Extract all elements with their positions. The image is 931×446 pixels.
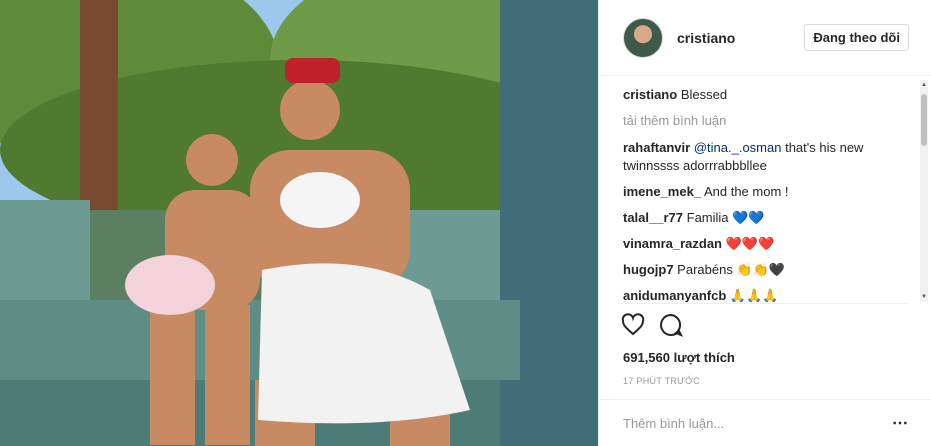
comment-text: Parabéns 👏👏🖤 [677,262,785,277]
load-more-comments-link[interactable]: tải thêm bình luận [623,112,915,130]
likes-count[interactable]: 691,560 lượt thích [623,350,735,365]
comment-item: talal__r77 Familia 💙💙 [623,209,915,227]
comment-item: imene_mek_ And the mom ! [623,183,915,201]
comment-item: rahaftanvir @tina._.osman that's his new… [623,139,915,175]
caption: cristiano Blessed [623,86,915,104]
comments-list: cristiano Blessed tải thêm bình luận rah… [623,80,915,302]
comment-item: anidumanyanfcb 🙏🙏🙏 [623,287,915,302]
comment-item: vinamra_razdan ❤️❤️❤️ [623,235,915,253]
caption-username[interactable]: cristiano [623,87,677,102]
post-timestamp[interactable]: 17 PHÚT TRƯỚC [623,376,700,386]
comment-text: And the mom ! [703,184,789,199]
more-options-icon[interactable]: ⋯ [892,413,909,433]
comment-mention[interactable]: @tina._.osman [694,140,782,155]
comment-item: hugojp7 Parabéns 👏👏🖤 [623,261,915,279]
caption-text: Blessed [680,87,728,102]
comments-scrollbar[interactable]: ▲ ▼ [920,80,928,302]
comment-text: Familia 💙💙 [686,210,765,225]
post-photo[interactable] [0,0,598,446]
add-comment-bar: Thêm bình luận... ⋯ [599,399,931,446]
post-actions [621,313,683,337]
comment-username[interactable]: rahaftanvir [623,140,690,155]
following-button[interactable]: Đang theo dõi [804,24,909,51]
post-username[interactable]: cristiano [677,30,804,46]
comment-text: 🙏🙏🙏 [729,288,779,302]
photo-illustration [0,0,598,446]
comment-text: ❤️❤️❤️ [725,236,775,251]
comment-username[interactable]: imene_mek_ [623,184,701,199]
divider [621,303,909,304]
add-comment-input[interactable]: Thêm bình luận... [623,416,892,431]
comment-username[interactable]: hugojp7 [623,262,674,277]
comment-username[interactable]: anidumanyanfcb [623,288,726,302]
scrollbar-thumb[interactable] [921,94,927,146]
avatar[interactable] [623,17,663,58]
scroll-up-icon[interactable]: ▲ [921,82,927,88]
post-header: cristiano Đang theo dõi [599,0,931,76]
comment-username[interactable]: talal__r77 [623,210,683,225]
comment-username[interactable]: vinamra_razdan [623,236,722,251]
instagram-post-viewer: cristiano Đang theo dõi cristiano Blesse… [0,0,931,446]
post-side-panel: cristiano Đang theo dõi cristiano Blesse… [598,0,931,446]
scroll-down-icon[interactable]: ▼ [921,294,927,300]
heart-icon[interactable] [621,313,645,337]
comment-icon[interactable] [659,313,683,337]
